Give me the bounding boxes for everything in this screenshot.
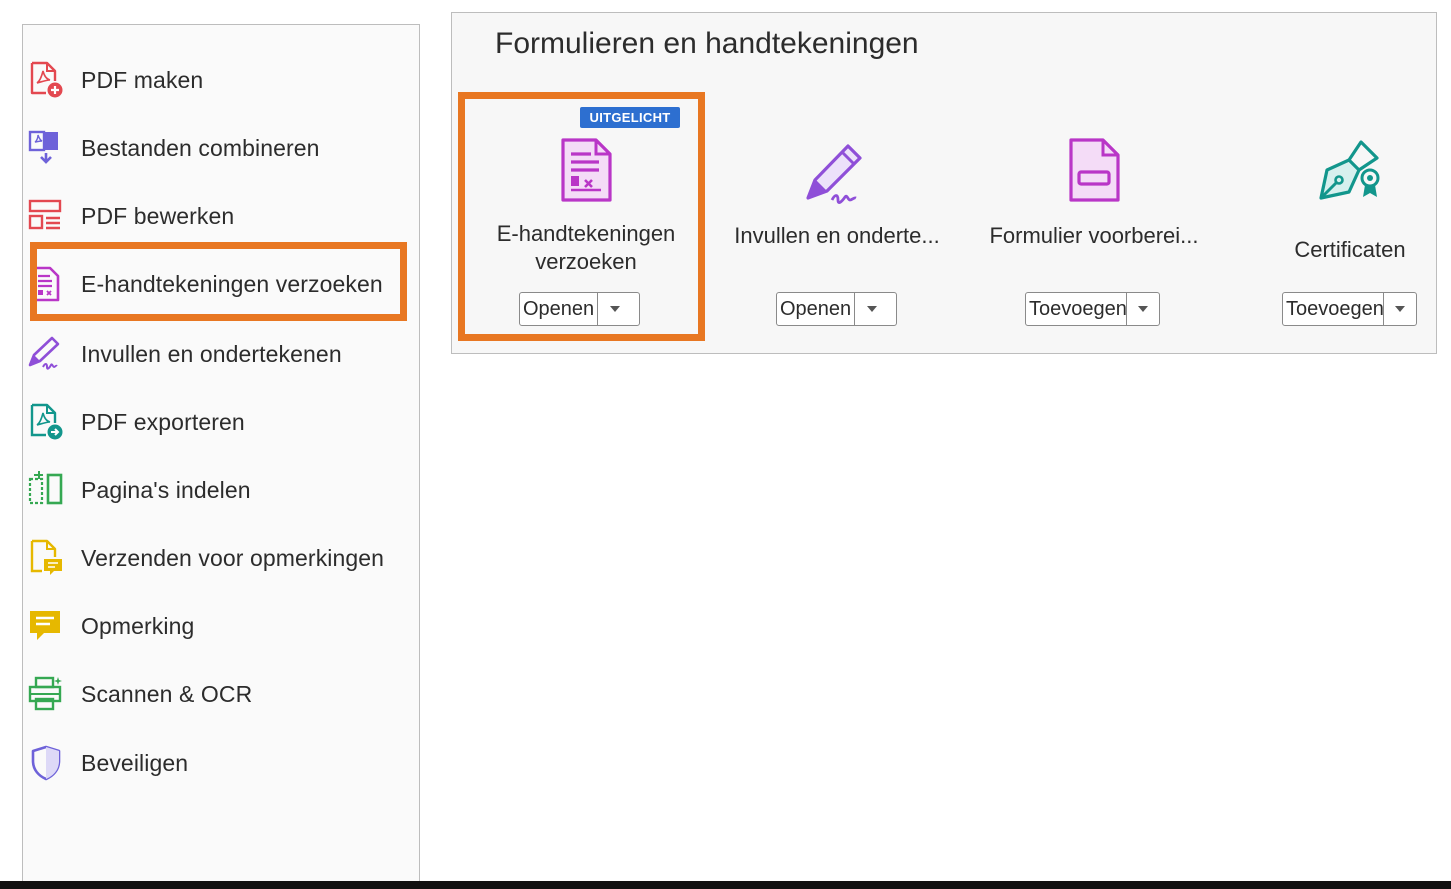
export-pdf-icon (27, 403, 65, 441)
tool-certificates[interactable]: Certificaten (1225, 134, 1451, 264)
sidebar-item-label: PDF exporteren (81, 408, 245, 435)
sidebar-item-label: Pagina's indelen (81, 476, 251, 503)
sidebar-item-combine-files[interactable]: Bestanden combineren (27, 128, 320, 168)
sidebar-item-label: PDF bewerken (81, 202, 235, 229)
sidebar-item-label: Opmerking (81, 612, 195, 639)
protect-icon (27, 744, 65, 782)
comment-icon (27, 607, 65, 645)
sidebar-item-label: Beveiligen (81, 749, 189, 776)
create-pdf-icon (27, 61, 65, 99)
tool-label-line2: verzoeken (535, 249, 637, 274)
add-button-label[interactable]: Toevoegen (1283, 293, 1384, 325)
bottom-edge-bar (0, 881, 1451, 889)
open-button-label[interactable]: Openen (777, 293, 856, 325)
sidebar-item-scan-ocr[interactable]: Scannen & OCR (27, 674, 252, 714)
prepare-form-icon (1059, 136, 1129, 206)
panel-title: Formulieren en handtekeningen (495, 27, 919, 60)
sidebar-item-fill-sign[interactable]: Invullen en ondertekenen (27, 334, 342, 374)
sidebar-item-label: Bestanden combineren (81, 134, 320, 161)
scan-ocr-icon (27, 675, 65, 713)
chevron-down-icon[interactable] (1384, 293, 1416, 325)
edit-pdf-icon (27, 197, 65, 235)
send-for-comments-icon (27, 539, 65, 577)
sidebar-item-label: PDF maken (81, 66, 204, 93)
sidebar-item-protect[interactable]: Beveiligen (27, 743, 188, 783)
organize-pages-icon (27, 471, 65, 509)
open-button-label[interactable]: Openen (520, 293, 599, 325)
chevron-down-icon[interactable] (598, 293, 631, 325)
request-esign-icon (551, 136, 621, 206)
open-button-request-esign[interactable]: Openen (519, 292, 640, 326)
fill-sign-icon (802, 136, 872, 206)
fill-sign-icon (27, 335, 65, 373)
sidebar-item-organize-pages[interactable]: Pagina's indelen (27, 470, 251, 510)
tool-label: Formulier voorberei... (989, 223, 1199, 248)
add-button-certificates[interactable]: Toevoegen (1282, 292, 1417, 326)
featured-badge: UITGELICHT (580, 107, 680, 128)
chevron-down-icon[interactable] (855, 293, 888, 325)
tool-label-line1: E-handtekeningen (496, 221, 676, 246)
sidebar-item-send-for-comments[interactable]: Verzenden voor opmerkingen (27, 538, 384, 578)
chevron-down-icon[interactable] (1127, 293, 1159, 325)
sidebar-item-request-esign[interactable]: E-handtekeningen verzoeken (27, 264, 383, 304)
tool-label: Certificaten (1294, 237, 1406, 262)
sidebar-item-label: Verzenden voor opmerkingen (81, 544, 385, 571)
sidebar-item-label: Invullen en ondertekenen (81, 340, 342, 367)
tool-prepare-form[interactable]: Formulier voorberei... (969, 136, 1219, 250)
add-button-label[interactable]: Toevoegen (1026, 293, 1127, 325)
sidebar-item-edit-pdf[interactable]: PDF bewerken (27, 196, 234, 236)
sidebar-item-label: E-handtekeningen verzoeken (81, 270, 383, 297)
combine-files-icon (27, 129, 65, 167)
request-esign-icon (27, 265, 65, 303)
open-button-fill-sign[interactable]: Openen (776, 292, 897, 326)
tool-request-esign[interactable]: E-handtekeningen verzoeken (461, 136, 711, 276)
add-button-prepare-form[interactable]: Toevoegen (1025, 292, 1160, 326)
sidebar-item-create-pdf[interactable]: PDF maken (27, 60, 203, 100)
sidebar-item-label: Scannen & OCR (81, 680, 253, 707)
tool-fill-sign[interactable]: Invullen en onderte... (712, 136, 962, 250)
certificates-icon (1315, 134, 1385, 204)
sidebar-item-comment[interactable]: Opmerking (27, 606, 194, 646)
tool-label: Invullen en onderte... (734, 223, 940, 248)
sidebar-item-export-pdf[interactable]: PDF exporteren (27, 402, 245, 442)
